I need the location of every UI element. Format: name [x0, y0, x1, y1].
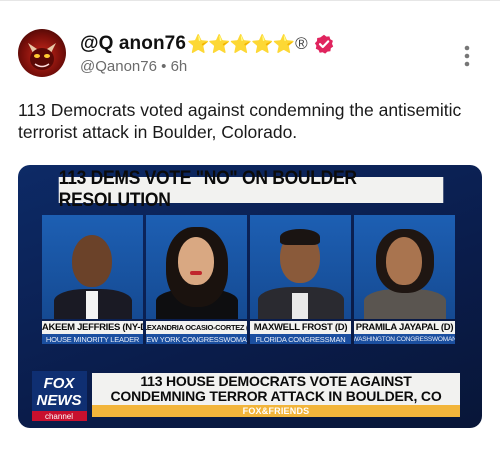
svg-text:NEWS: NEWS: [37, 392, 82, 409]
star-emoji-icons: ⭐⭐⭐⭐⭐: [187, 33, 295, 54]
separator-dot: •: [161, 58, 167, 75]
verified-badge-icon: [314, 34, 333, 54]
photo-2: [146, 215, 247, 319]
handle[interactable]: @Qanon76: [80, 58, 157, 75]
headline-banner: 113 DEMS VOTE "NO" ON BOULDER RESOLUTION: [58, 168, 444, 211]
timestamp[interactable]: 6h: [171, 58, 188, 75]
caption-title-3: FLORIDA CONGRESSMAN: [250, 334, 351, 344]
caption-title-2: NEW YORK CONGRESSWOMAN: [146, 334, 247, 344]
post-text: 113 Democrats voted against condemning t…: [18, 100, 462, 142]
caption-title-1: HOUSE MINORITY LEADER: [42, 334, 143, 344]
devil-face-icon: [28, 43, 56, 70]
show-name-bar: FOX&FRIENDS: [92, 405, 460, 417]
caption-title-4: WASHINGTON CONGRESSWOMAN: [354, 334, 455, 344]
caption-name-1: HAKEEM JEFFRIES (NY-D): [42, 321, 143, 334]
photo-4: [354, 215, 455, 319]
display-name[interactable]: @Q anon76: [80, 33, 186, 55]
top-divider: [0, 0, 500, 1]
registered-mark: ®: [295, 34, 308, 53]
lower-third-line-1: 113 HOUSE DEMOCRATS VOTE AGAINST: [140, 373, 412, 389]
photo-3: [250, 215, 351, 319]
lower-third: 113 HOUSE DEMOCRATS VOTE AGAINST CONDEMN…: [92, 373, 460, 405]
svg-text:channel: channel: [45, 412, 73, 421]
more-options-icon[interactable]: [461, 44, 473, 68]
post-image[interactable]: 113 DEMS VOTE "NO" ON BOULDER RESOLUTION…: [18, 165, 482, 428]
caption-name-2: ALEXANDRIA OCASIO-CORTEZ (D): [146, 321, 247, 334]
author-row: @Q anon76 ⭐⭐⭐⭐⭐ ®: [80, 32, 334, 56]
avatar[interactable]: [18, 29, 66, 77]
photo-1: [42, 215, 143, 319]
caption-name-3: MAXWELL FROST (D): [250, 321, 351, 334]
lower-third-line-2: CONDEMNING TERROR ATTACK IN BOULDER, CO: [110, 388, 442, 404]
caption-name-4: PRAMILA JAYAPAL (D): [354, 321, 455, 334]
handle-row: @Qanon76 • 6h: [80, 58, 187, 75]
svg-text:FOX: FOX: [44, 375, 76, 392]
fox-news-logo: FOX NEWS channel: [32, 371, 87, 421]
